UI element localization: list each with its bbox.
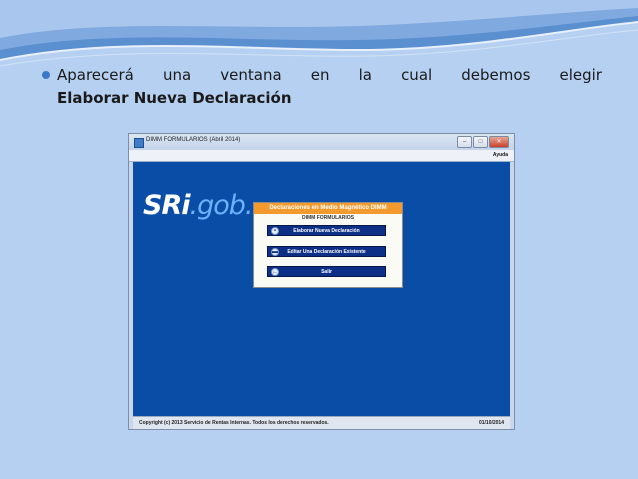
dimm-dialog: Declaraciones en Medio Magnético DIMM DI… — [253, 202, 403, 288]
app-icon — [134, 138, 144, 148]
close-button[interactable]: ✕ — [489, 136, 509, 148]
dialog-subtitle: DIMM FORMULARIOS — [302, 215, 354, 221]
salir-button[interactable]: ← Salir — [267, 266, 386, 277]
editar-declaracion-button[interactable]: ▬ Editar Una Declaración Existente — [267, 246, 386, 257]
status-copyright: Copyright (c) 2013 Servicio de Rentas In… — [139, 420, 329, 426]
status-bar: Copyright (c) 2013 Servicio de Rentas In… — [133, 416, 510, 429]
elaborar-nueva-declaracion-button[interactable]: ▪ Elaborar Nueva Declaración — [267, 225, 386, 236]
bullet-point: Aparecerá una ventana en la cual debemos… — [42, 66, 602, 107]
exit-arrow-icon: ← — [271, 268, 279, 276]
window-title: DIMM FORMULARIOS (Abril 2014) — [146, 137, 241, 143]
window-titlebar[interactable]: DIMM FORMULARIOS (Abril 2014) – □ ✕ — [129, 134, 514, 150]
minimize-button[interactable]: – — [457, 136, 472, 148]
bullet-text: Aparecerá una ventana en la cual debemos… — [57, 66, 602, 84]
menu-help[interactable]: Ayuda — [493, 152, 508, 158]
maximize-button[interactable]: □ — [473, 136, 488, 148]
bullet-dot-icon — [42, 71, 50, 79]
app-client-area: SRi.gob. Declaraciones en Medio Magnétic… — [133, 162, 510, 416]
sri-logo: SRi.gob. — [143, 190, 253, 221]
document-icon: ▪ — [271, 227, 279, 235]
menu-bar: Ayuda — [129, 150, 514, 162]
dialog-title: Declaraciones en Medio Magnético DIMM — [254, 203, 402, 214]
app-window-screenshot: DIMM FORMULARIOS (Abril 2014) – □ ✕ Ayud… — [128, 133, 515, 430]
bullet-bold-text: Elaborar Nueva Declaración — [57, 89, 292, 107]
folder-icon: ▬ — [271, 248, 279, 256]
status-date: 01/10/2014 — [478, 420, 504, 426]
